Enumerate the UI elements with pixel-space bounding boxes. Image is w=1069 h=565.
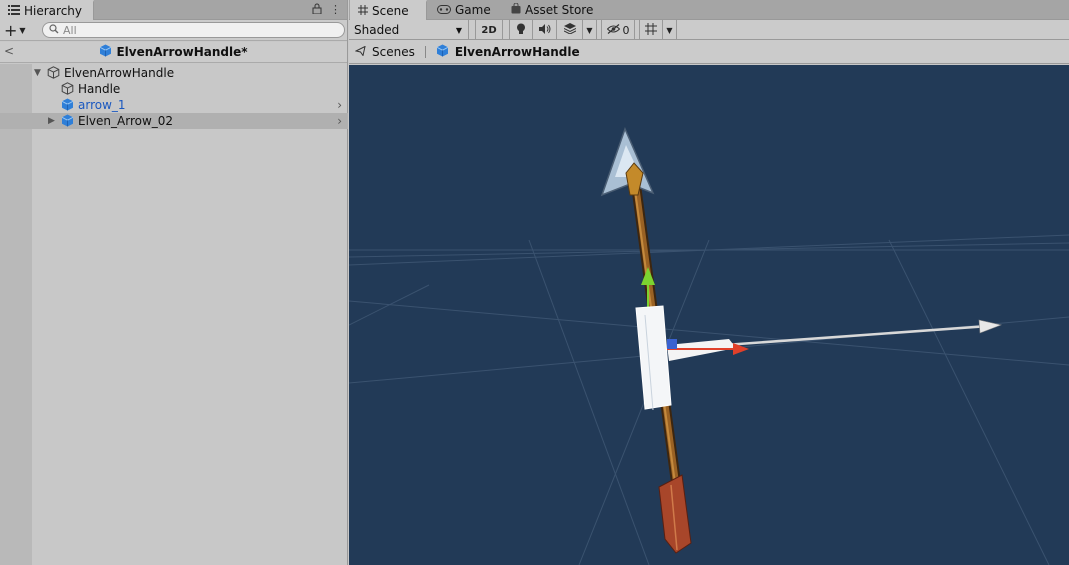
caret-down-icon: ▼: [19, 25, 26, 35]
tab-game-label: Game: [455, 3, 491, 17]
grid-toggle-button[interactable]: [639, 20, 663, 40]
prefab-cube-icon: [99, 44, 112, 60]
tree-row-label: ElvenArrowHandle: [64, 66, 175, 80]
tab-scene[interactable]: Scene: [350, 0, 427, 20]
shading-mode-dropdown[interactable]: Shaded ▼: [349, 20, 469, 40]
more-options-icon[interactable]: ⋮: [330, 3, 341, 17]
scenes-icon: [354, 45, 366, 59]
gamepad-icon: [437, 3, 451, 17]
prefab-cube-icon: [61, 98, 74, 111]
selected-handle-mesh: [635, 305, 672, 410]
chevron-right-icon[interactable]: ›: [337, 98, 342, 112]
grid-icon: [645, 22, 657, 38]
tree-row-label: Handle: [78, 82, 121, 96]
tree-row-elvenarrowhandle[interactable]: ▼ ElvenArrowHandle: [0, 65, 348, 81]
scene-viewport[interactable]: [349, 65, 1069, 565]
tab-scene-label: Scene: [372, 4, 409, 18]
eye-slash-icon: [606, 23, 620, 37]
hierarchy-search-input[interactable]: All: [42, 22, 345, 38]
layers-icon: [563, 23, 576, 37]
scene-breadcrumb: Scenes ElvenArrowHandle: [349, 40, 1069, 64]
tab-hierarchy[interactable]: Hierarchy: [0, 0, 94, 20]
prefab-cube-icon: [436, 44, 449, 60]
plus-icon: +: [4, 20, 18, 40]
list-icon: [8, 4, 20, 18]
lighting-toggle-button[interactable]: [509, 20, 533, 40]
breadcrumb-separator: [424, 45, 426, 58]
hierarchy-tree: ▼ ElvenArrowHandle Handle arrow_1 › ▶ El…: [0, 64, 348, 129]
scene-panel: Scene Game Asset Store Shaded ▼ 2D ▼ 0 ▼…: [349, 0, 1069, 565]
tree-row-label: arrow_1: [78, 98, 126, 112]
caret-down-icon: ▼: [455, 25, 462, 35]
toggle-2d-label: 2D: [481, 24, 497, 36]
breadcrumb-current[interactable]: ElvenArrowHandle: [455, 45, 580, 59]
tab-game[interactable]: Game: [429, 0, 499, 20]
hierarchy-tabbar: Hierarchy ⋮: [0, 0, 347, 20]
breadcrumb-scenes[interactable]: Scenes: [372, 45, 415, 59]
back-arrow-icon[interactable]: <: [4, 44, 14, 58]
create-dropdown-button[interactable]: + ▼: [4, 20, 34, 40]
speaker-icon: [538, 23, 551, 37]
toggle-2d-button[interactable]: 2D: [475, 20, 503, 40]
gameobject-outline-icon: [47, 66, 60, 79]
shading-mode-value: Shaded: [354, 23, 400, 37]
hidden-objects-toggle[interactable]: 0: [601, 20, 635, 40]
lightbulb-icon: [516, 23, 526, 38]
tree-row-label: Elven_Arrow_02: [78, 114, 174, 128]
bag-icon: [511, 2, 521, 17]
chevron-right-icon[interactable]: ›: [337, 114, 342, 128]
lock-icon[interactable]: [312, 3, 322, 17]
hidden-count: 0: [622, 23, 630, 37]
scene-toolbar: Shaded ▼ 2D ▼ 0 ▼: [349, 20, 1069, 40]
prefab-cube-icon: [61, 114, 74, 127]
scene-grid: [349, 234, 1069, 565]
tab-asset-store[interactable]: Asset Store: [503, 0, 601, 20]
scene-tabbar: Scene Game Asset Store: [349, 0, 1069, 20]
audio-toggle-button[interactable]: [533, 20, 557, 40]
unity-editor: Hierarchy ⋮ + ▼ All < ElvenArrowHandle* …: [0, 0, 1069, 565]
grid-caret-icon[interactable]: ▼: [663, 20, 677, 40]
prefab-title: ElvenArrowHandle*: [116, 45, 248, 59]
effects-caret-icon[interactable]: ▼: [583, 20, 597, 40]
tab-hierarchy-label: Hierarchy: [24, 4, 83, 18]
fold-closed-icon[interactable]: ▶: [48, 116, 55, 126]
hierarchy-panel: Hierarchy ⋮ + ▼ All < ElvenArrowHandle* …: [0, 0, 348, 565]
scene-render: [349, 126, 1069, 565]
gameobject-outline-icon: [61, 82, 74, 95]
search-icon: [49, 23, 59, 37]
tree-row-handle[interactable]: Handle: [0, 81, 348, 97]
search-placeholder: All: [63, 23, 77, 37]
fold-open-icon[interactable]: ▼: [34, 68, 41, 78]
tree-row-elven-arrow-02[interactable]: ▶ Elven_Arrow_02 ›: [0, 113, 348, 129]
effects-dropdown-button[interactable]: [557, 20, 583, 40]
prefab-header: < ElvenArrowHandle*: [0, 42, 347, 63]
tree-row-arrow-1[interactable]: arrow_1 ›: [0, 97, 348, 113]
hash-icon: [358, 4, 368, 18]
hierarchy-gutter: [0, 64, 32, 565]
tab-asset-store-label: Asset Store: [525, 3, 594, 17]
hierarchy-toolbar: + ▼ All: [0, 20, 347, 41]
